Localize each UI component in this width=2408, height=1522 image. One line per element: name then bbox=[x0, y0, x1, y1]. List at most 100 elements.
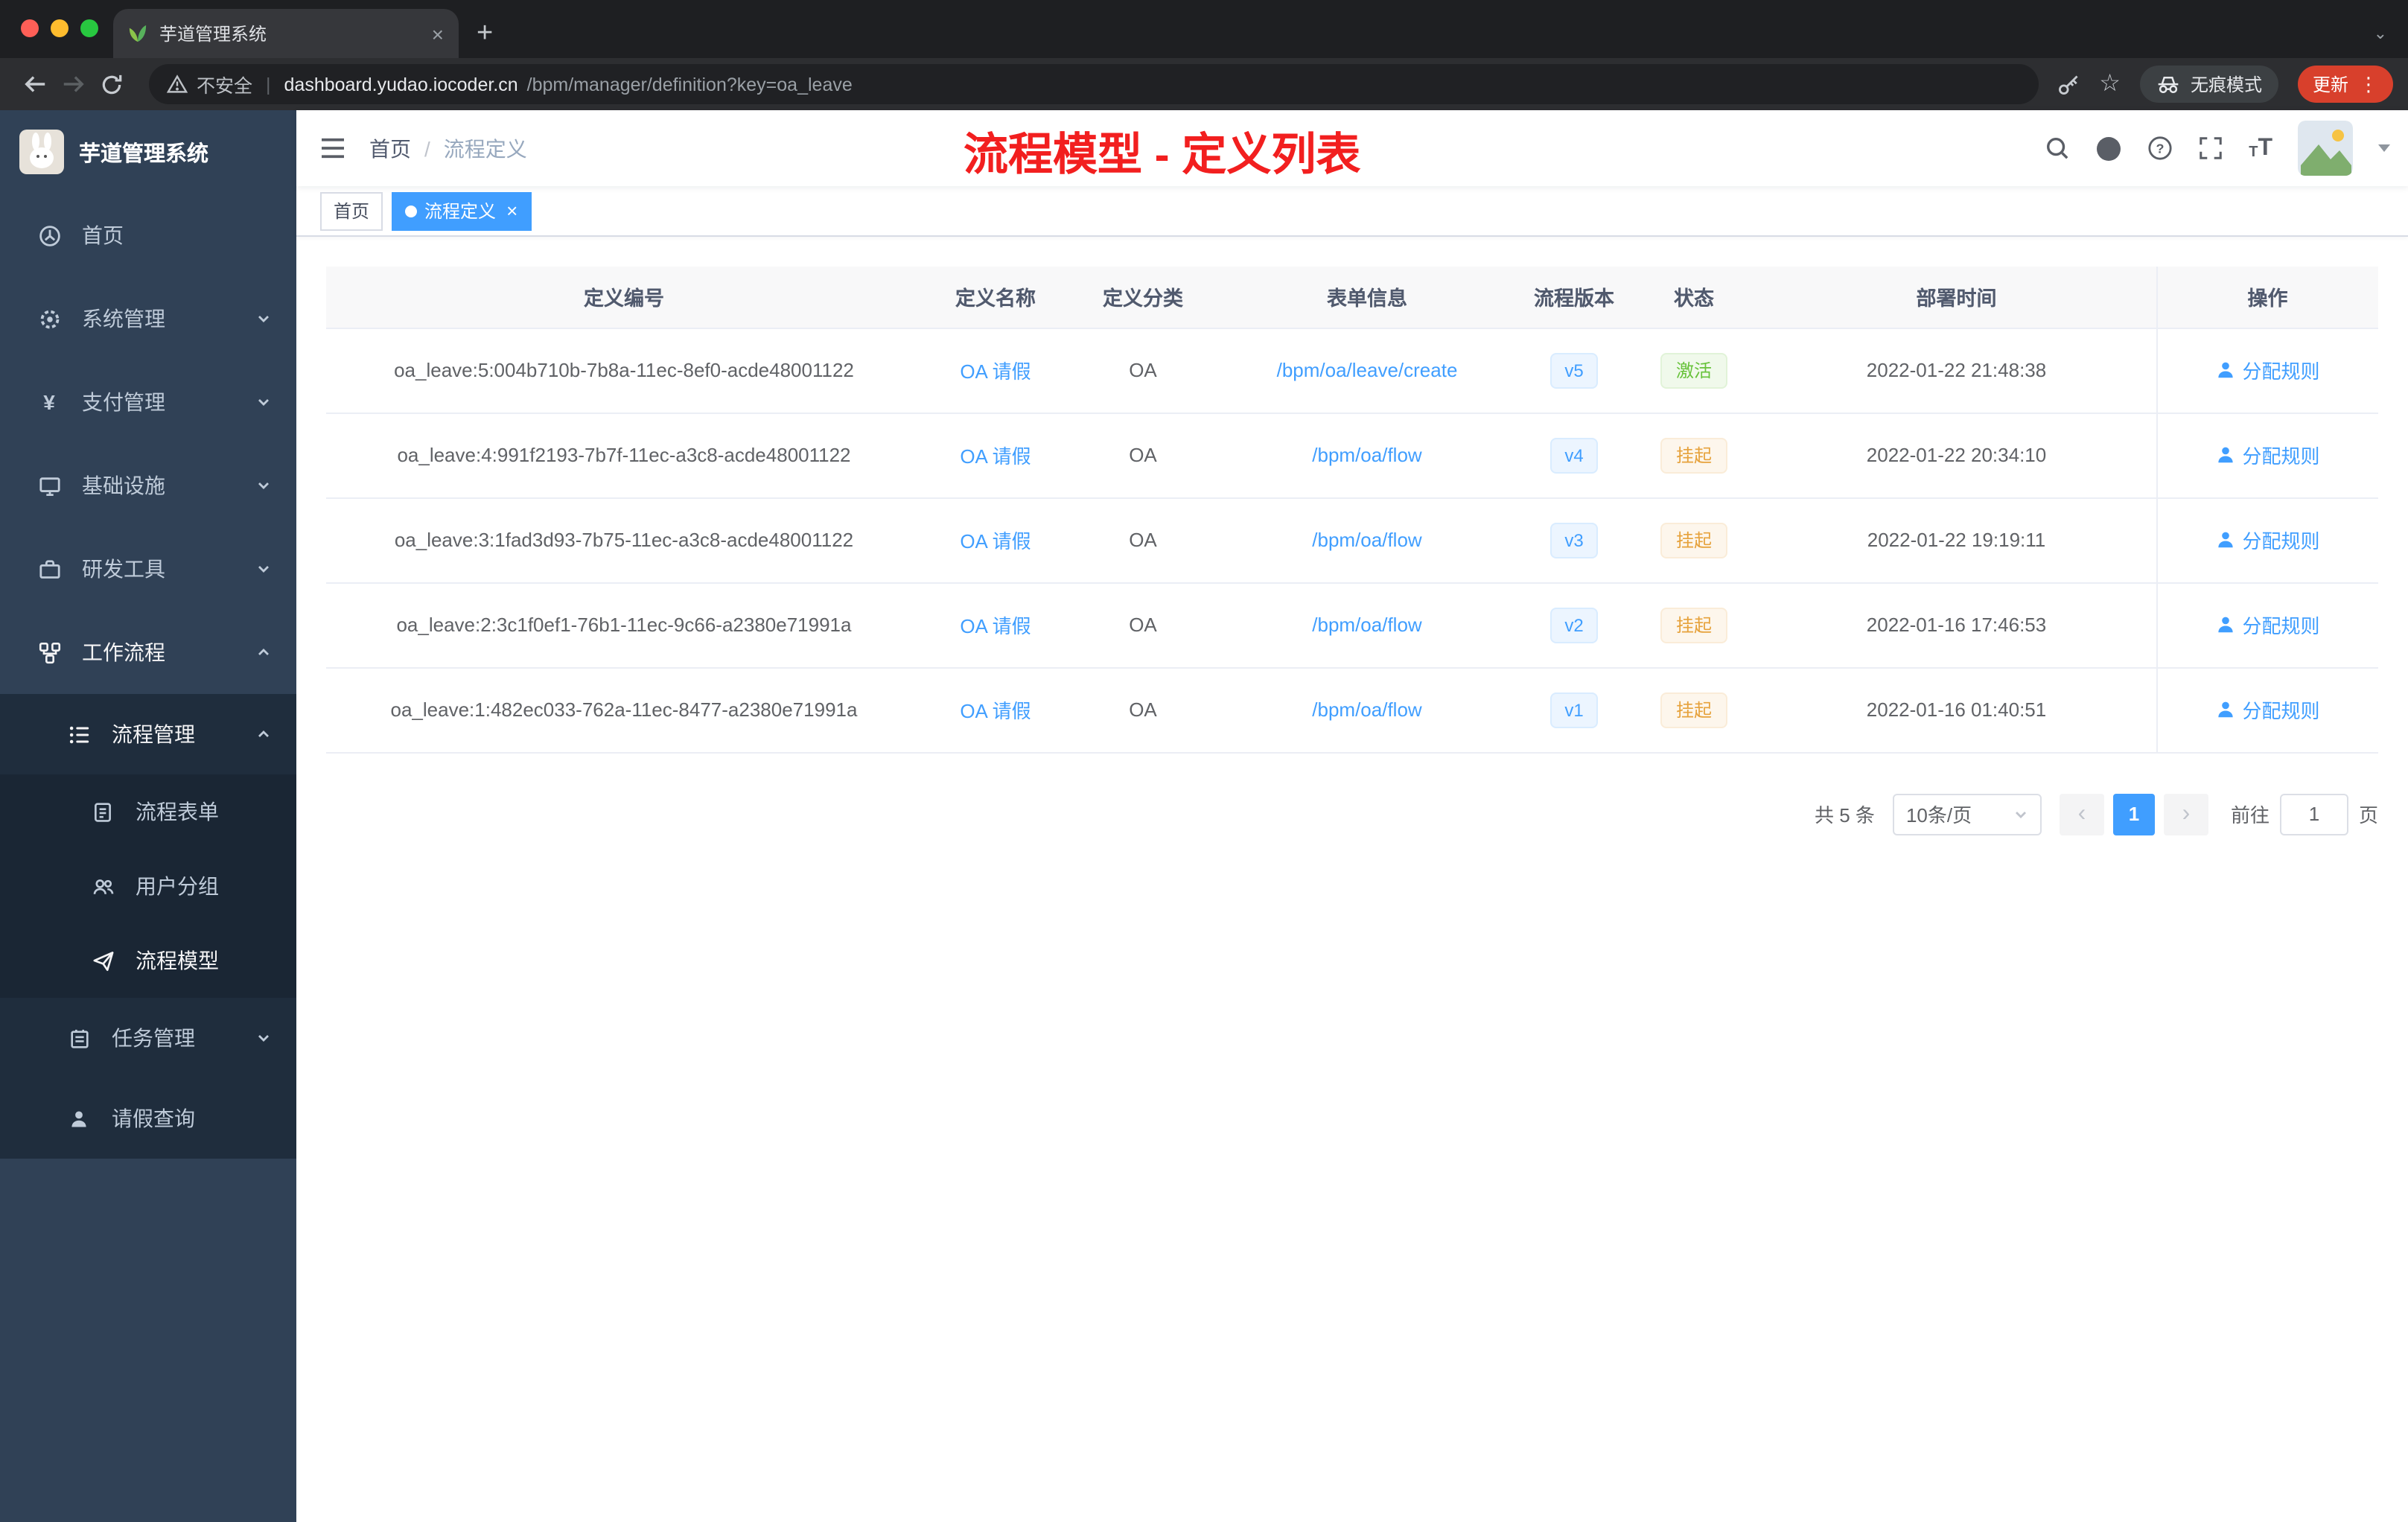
sidebar-toggle-button[interactable] bbox=[296, 137, 369, 159]
pagination: 共 5 条 10条/页 ‹ 1 › 前往 页 bbox=[326, 793, 2378, 835]
bookmark-star-icon[interactable]: ☆ bbox=[2099, 71, 2121, 96]
assign-rule-label: 分配规则 bbox=[2242, 615, 2320, 637]
task-icon bbox=[66, 1027, 92, 1049]
back-button[interactable] bbox=[15, 65, 54, 104]
update-button[interactable]: 更新 ⋮ bbox=[2297, 66, 2393, 103]
browser-menu-icon[interactable]: ⋮ bbox=[2359, 72, 2378, 96]
insecure-label[interactable]: 不安全 bbox=[197, 70, 252, 98]
chevron-down-icon bbox=[256, 561, 271, 576]
prev-page-button[interactable]: ‹ bbox=[2059, 793, 2104, 835]
sidebar-item-process-form[interactable]: 流程表单 bbox=[0, 774, 296, 849]
tags-view-bar: 首页 流程定义 × bbox=[296, 186, 2408, 237]
sidebar-item-task-manage[interactable]: 任务管理 bbox=[0, 998, 296, 1078]
sidebar-item-leave-query[interactable]: 请假查询 bbox=[0, 1078, 296, 1159]
definition-name-link[interactable]: OA 请假 bbox=[960, 360, 1031, 383]
forward-button[interactable] bbox=[54, 65, 92, 104]
close-window-button[interactable] bbox=[21, 19, 39, 37]
form-link[interactable]: /bpm/oa/flow bbox=[1312, 529, 1421, 551]
sidebar-item-label: 用户分组 bbox=[136, 874, 219, 898]
sidebar-item-label: 流程管理 bbox=[112, 722, 195, 746]
app-title: 芋道管理系统 bbox=[79, 142, 208, 166]
sidebar-item-home[interactable]: 首页 bbox=[0, 194, 296, 277]
chevron-down-icon bbox=[256, 395, 271, 410]
tag-process-definition[interactable]: 流程定义 × bbox=[392, 191, 532, 230]
sidebar-item-devtools[interactable]: 研发工具 bbox=[0, 527, 296, 611]
sidebar-item-label: 任务管理 bbox=[112, 1026, 195, 1050]
sidebar-item-user-group[interactable]: 用户分组 bbox=[0, 849, 296, 923]
new-tab-button[interactable]: + bbox=[477, 19, 493, 48]
svg-text:?: ? bbox=[2156, 141, 2165, 156]
toolbox-icon bbox=[36, 558, 63, 580]
font-size-icon[interactable]: TT bbox=[2249, 136, 2272, 160]
page-size-select[interactable]: 10条/页 bbox=[1892, 793, 2042, 835]
tag-close-icon[interactable]: × bbox=[506, 200, 517, 222]
next-page-button[interactable]: › bbox=[2163, 793, 2208, 835]
definition-name-link[interactable]: OA 请假 bbox=[960, 700, 1031, 722]
assign-rule-button[interactable]: 分配规则 bbox=[2215, 526, 2320, 554]
deploy-time: 2022-01-16 17:46:53 bbox=[1757, 582, 2156, 668]
browser-window: 芋道管理系统 × + ⌄ 不安全 | dashboard.yudao.iocod… bbox=[0, 0, 2408, 1522]
zoom-window-button[interactable] bbox=[80, 19, 98, 37]
toolbar-right: ☆ 无痕模式 更新 ⋮ bbox=[2056, 66, 2393, 103]
form-link[interactable]: /bpm/oa/flow bbox=[1312, 698, 1421, 721]
table-header-row: 定义编号 定义名称 定义分类 表单信息 流程版本 状态 部署时间 操作 bbox=[326, 267, 2378, 328]
table-row: oa_leave:5:004b710b-7b8a-11ec-8ef0-acde4… bbox=[326, 328, 2378, 413]
status-badge: 激活 bbox=[1660, 352, 1727, 388]
breadcrumb-separator: / bbox=[424, 136, 430, 160]
github-icon[interactable] bbox=[2095, 135, 2122, 162]
sidebar-item-label: 系统管理 bbox=[82, 307, 165, 331]
goto-page-input[interactable] bbox=[2279, 793, 2348, 835]
chevron-down-icon bbox=[256, 478, 271, 493]
status-badge: 挂起 bbox=[1660, 522, 1727, 558]
sidebar-item-infrastructure[interactable]: 基础设施 bbox=[0, 444, 296, 527]
tag-home[interactable]: 首页 bbox=[320, 191, 383, 230]
paper-plane-icon bbox=[89, 949, 116, 972]
sidebar: 芋道管理系统 首页 系统管理 ¥ 支付管理 基础设施 研发工具 工作流程 流程管… bbox=[0, 110, 296, 1522]
sidebar-item-label: 首页 bbox=[82, 223, 124, 247]
sidebar-item-workflow[interactable]: 工作流程 bbox=[0, 611, 296, 694]
fullscreen-icon[interactable] bbox=[2198, 136, 2223, 161]
search-icon[interactable] bbox=[2045, 136, 2070, 161]
assign-rule-button[interactable]: 分配规则 bbox=[2215, 611, 2320, 639]
workflow-icon bbox=[36, 641, 63, 663]
breadcrumb-home[interactable]: 首页 bbox=[369, 133, 411, 163]
sidebar-item-payment[interactable]: ¥ 支付管理 bbox=[0, 360, 296, 444]
tab-favicon bbox=[128, 24, 147, 43]
key-icon[interactable] bbox=[2056, 72, 2080, 96]
navbar-actions: ? TT bbox=[2045, 121, 2408, 176]
definition-id: oa_leave:5:004b710b-7b8a-11ec-8ef0-acde4… bbox=[326, 328, 922, 413]
assign-rule-button[interactable]: 分配规则 bbox=[2215, 441, 2320, 469]
page-unit-label: 页 bbox=[2358, 804, 2378, 827]
goto-label: 前往 bbox=[2230, 804, 2270, 827]
sidebar-item-system[interactable]: 系统管理 bbox=[0, 277, 296, 360]
reload-button[interactable] bbox=[92, 65, 131, 104]
sidebar-item-process-model[interactable]: 流程模型 bbox=[0, 923, 296, 998]
assign-rule-button[interactable]: 分配规则 bbox=[2215, 695, 2320, 724]
assign-rule-button[interactable]: 分配规则 bbox=[2215, 356, 2320, 384]
minimize-window-button[interactable] bbox=[51, 19, 69, 37]
form-link[interactable]: /bpm/oa/leave/create bbox=[1277, 359, 1458, 381]
definition-name-link[interactable]: OA 请假 bbox=[960, 615, 1031, 637]
user-icon bbox=[66, 1107, 92, 1130]
definition-id: oa_leave:1:482ec033-762a-11ec-8477-a2380… bbox=[326, 667, 922, 753]
tab-close-icon[interactable]: × bbox=[432, 22, 444, 45]
sidebar-item-label: 研发工具 bbox=[82, 557, 165, 581]
browser-tab[interactable]: 芋道管理系统 × bbox=[113, 9, 459, 58]
app-logo[interactable]: 芋道管理系统 bbox=[0, 110, 296, 194]
tab-search-chevron-icon[interactable]: ⌄ bbox=[2374, 24, 2387, 43]
incognito-badge: 无痕模式 bbox=[2139, 66, 2278, 103]
help-icon[interactable]: ? bbox=[2147, 136, 2173, 161]
page-number-button[interactable]: 1 bbox=[2112, 793, 2155, 835]
avatar[interactable] bbox=[2298, 121, 2353, 176]
sidebar-item-label: 流程模型 bbox=[136, 949, 219, 972]
sidebar-item-label: 工作流程 bbox=[82, 640, 165, 664]
form-link[interactable]: /bpm/oa/flow bbox=[1312, 444, 1421, 466]
definition-name-link[interactable]: OA 请假 bbox=[960, 530, 1031, 553]
caret-down-icon[interactable] bbox=[2378, 144, 2390, 152]
chevron-up-icon bbox=[256, 645, 271, 660]
form-link[interactable]: /bpm/oa/flow bbox=[1312, 614, 1421, 636]
sidebar-item-process-manage[interactable]: 流程管理 bbox=[0, 694, 296, 774]
definition-name-link[interactable]: OA 请假 bbox=[960, 445, 1031, 468]
address-bar[interactable]: 不安全 | dashboard.yudao.iocoder.cn/bpm/man… bbox=[149, 64, 2039, 104]
definition-category: OA bbox=[1069, 667, 1217, 753]
